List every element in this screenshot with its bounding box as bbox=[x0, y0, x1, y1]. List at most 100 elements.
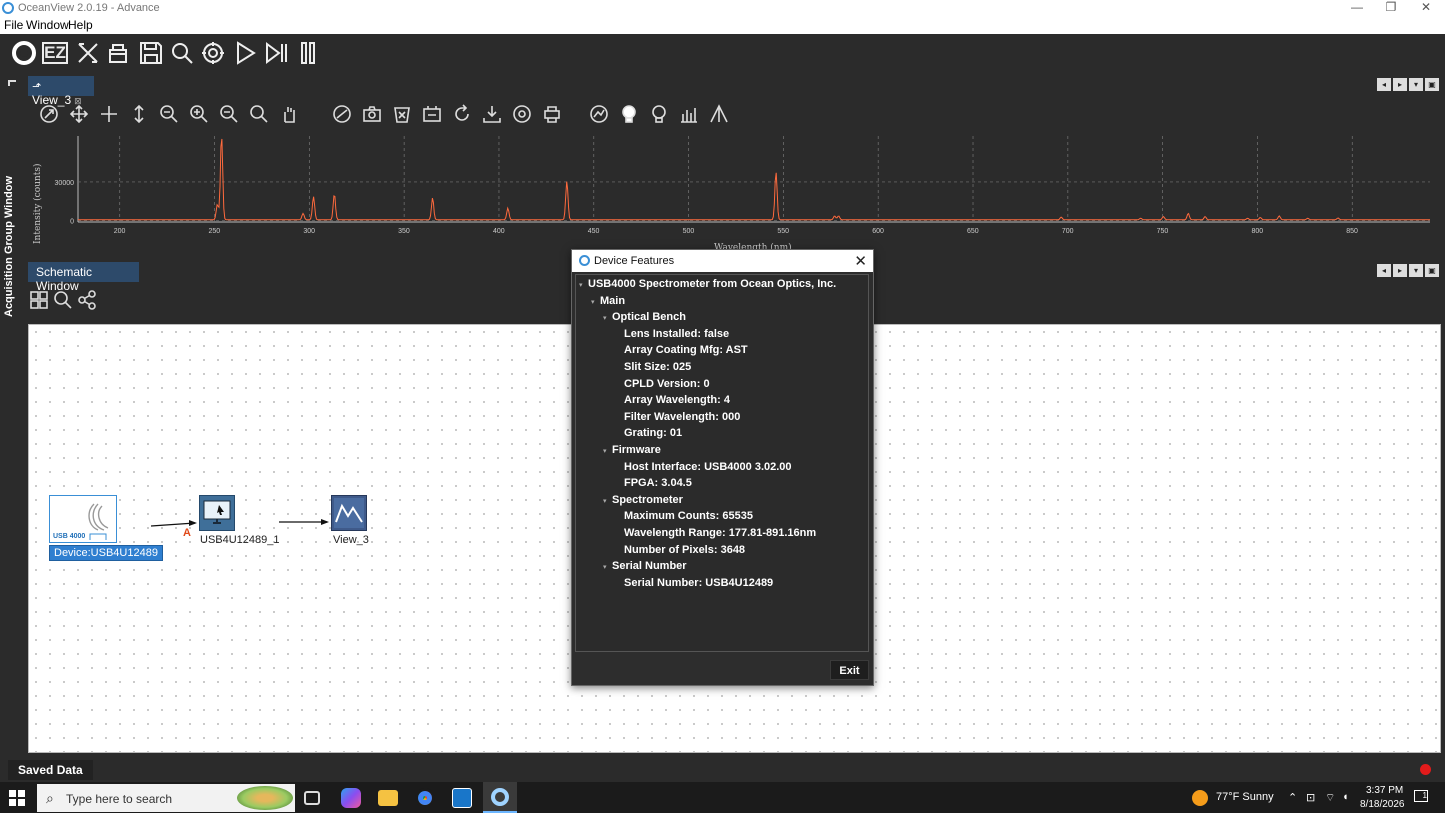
windows-start-icon[interactable] bbox=[9, 790, 25, 806]
clock-date[interactable]: 8/18/2026 bbox=[1360, 799, 1405, 810]
weather-sun-icon[interactable] bbox=[1192, 790, 1208, 806]
tree-node[interactable]: ▾ Spectrometer bbox=[603, 494, 683, 506]
zoom-reset-icon[interactable] bbox=[248, 104, 270, 126]
step-forward-icon[interactable] bbox=[262, 39, 290, 67]
pan-icon[interactable] bbox=[68, 104, 90, 126]
record-indicator-icon[interactable] bbox=[1420, 764, 1431, 775]
panel-maximize-button[interactable]: ▣ bbox=[1425, 78, 1439, 91]
oceanview-logo-icon[interactable] bbox=[10, 39, 38, 67]
file-explorer-icon[interactable] bbox=[378, 790, 398, 806]
panel-next-button[interactable]: ▸ bbox=[1393, 78, 1407, 91]
tree-leaf[interactable]: Array Wavelength: 4 bbox=[615, 394, 730, 406]
tree-leaf[interactable]: Serial Number: USB4U12489 bbox=[615, 577, 773, 589]
view-node[interactable] bbox=[331, 495, 367, 531]
tree-node[interactable]: ▾ Serial Number bbox=[603, 560, 687, 572]
volume-icon[interactable]: ◖ bbox=[1342, 791, 1349, 803]
fit-grid-icon[interactable] bbox=[28, 290, 50, 312]
spectrum-plot[interactable]: 200 250 300 350 400 450 500 550 600 650 700 750 800 8… bbox=[26, 132, 1445, 258]
tree-node[interactable]: ▾ Optical Bench bbox=[603, 311, 686, 323]
taskbar-search-box[interactable]: ⌕ Type here to search bbox=[37, 784, 295, 812]
copilot-icon[interactable] bbox=[341, 788, 361, 808]
clear-icon[interactable] bbox=[391, 104, 413, 126]
lamp-on-icon[interactable] bbox=[618, 104, 640, 126]
overlay-icon[interactable] bbox=[331, 104, 353, 126]
tree-leaf[interactable]: CPLD Version: 0 bbox=[615, 378, 710, 390]
save-icon[interactable] bbox=[137, 39, 165, 67]
pin-icon[interactable] bbox=[8, 80, 16, 86]
expander-icon[interactable]: ▾ bbox=[603, 563, 612, 571]
device-manager-icon[interactable] bbox=[199, 39, 227, 67]
zoom-in-icon[interactable] bbox=[188, 104, 210, 126]
peak-icon[interactable] bbox=[708, 104, 730, 126]
panel-minimize-button[interactable]: ▾ bbox=[1409, 264, 1423, 277]
search-icon[interactable] bbox=[168, 39, 196, 67]
device-node[interactable]: USB 4000 bbox=[49, 495, 117, 543]
saved-data-button[interactable]: Saved Data bbox=[8, 760, 93, 780]
minimize-button[interactable]: — bbox=[1340, 0, 1374, 17]
tree-leaf[interactable]: Array Coating Mfg: AST bbox=[615, 344, 748, 356]
chevron-up-icon[interactable]: ⌃ bbox=[1288, 791, 1297, 804]
auto-scale-icon[interactable] bbox=[38, 104, 60, 126]
close-button[interactable]: ✕ bbox=[1409, 0, 1443, 17]
tree-leaf[interactable]: Number of Pixels: 3648 bbox=[615, 544, 745, 556]
device-node-label[interactable]: Device:USB4U12489 bbox=[49, 545, 163, 561]
bar-graph-icon[interactable] bbox=[678, 104, 700, 126]
crosshair-icon[interactable] bbox=[98, 104, 120, 126]
peak-finder-icon[interactable] bbox=[588, 104, 610, 126]
tree-leaf[interactable]: Host Interface: USB4000 3.02.00 bbox=[615, 461, 792, 473]
panel-minimize-button[interactable]: ▾ bbox=[1409, 78, 1423, 91]
schematic-search-icon[interactable] bbox=[52, 290, 74, 312]
expander-icon[interactable]: ▾ bbox=[579, 281, 588, 289]
weather-text[interactable]: 77°F Sunny bbox=[1216, 791, 1274, 803]
expander-icon[interactable]: ▾ bbox=[591, 298, 600, 306]
panel-maximize-button[interactable]: ▣ bbox=[1425, 264, 1439, 277]
chrome-icon[interactable] bbox=[415, 788, 435, 808]
share-network-icon[interactable] bbox=[76, 290, 98, 312]
tree-leaf[interactable]: Slit Size: 025 bbox=[615, 361, 691, 373]
tools-icon[interactable] bbox=[74, 39, 102, 67]
tree-leaf[interactable]: Grating: 01 bbox=[615, 427, 682, 439]
zoom-out-icon[interactable] bbox=[218, 104, 240, 126]
tree-leaf[interactable]: FPGA: 3.04.5 bbox=[615, 477, 692, 489]
acquisition-group-window-tab[interactable]: Acquisition Group Window bbox=[3, 147, 15, 317]
tree-node[interactable]: ▾ Firmware bbox=[603, 444, 661, 456]
expander-icon[interactable]: ▾ bbox=[603, 497, 612, 505]
restore-button[interactable]: ❐ bbox=[1374, 0, 1408, 17]
spectrum-graph[interactable]: 200 250 300 350 400 450 500 550 600 650 700 750 800 8… bbox=[26, 132, 1445, 258]
vertical-scale-icon[interactable] bbox=[128, 104, 150, 126]
task-view-icon[interactable] bbox=[304, 791, 320, 805]
panel-prev-button[interactable]: ◂ bbox=[1377, 264, 1391, 277]
open-project-icon[interactable] bbox=[105, 39, 133, 67]
expander-icon[interactable]: ▾ bbox=[603, 314, 612, 322]
camera-icon[interactable] bbox=[361, 104, 383, 126]
layers-icon[interactable] bbox=[421, 104, 443, 126]
lamp-off-icon[interactable] bbox=[648, 104, 670, 126]
zoom-box-icon[interactable] bbox=[158, 104, 180, 126]
ez-mode-icon[interactable]: EZ bbox=[42, 42, 68, 64]
tree-leaf[interactable]: Maximum Counts: 65535 bbox=[615, 510, 753, 522]
tree-node[interactable]: ▾ USB4000 Spectrometer from Ocean Optics,… bbox=[579, 278, 836, 290]
tab-view-3[interactable]: ⬏ View_3 ⊠ bbox=[28, 76, 94, 107]
device-icon[interactable]: ⊡ bbox=[1306, 791, 1315, 804]
panel-prev-button[interactable]: ◂ bbox=[1377, 78, 1391, 91]
search-highlight-image[interactable] bbox=[237, 786, 293, 810]
menu-window[interactable]: Window bbox=[26, 18, 69, 32]
clock-time[interactable]: 3:37 PM bbox=[1366, 785, 1403, 796]
play-icon[interactable] bbox=[231, 39, 259, 67]
pause-icon[interactable] bbox=[294, 39, 322, 67]
exit-button[interactable]: Exit bbox=[830, 660, 869, 680]
print-icon[interactable] bbox=[541, 104, 563, 126]
wifi-icon[interactable]: ⌔ bbox=[1325, 791, 1335, 805]
expander-icon[interactable]: ▾ bbox=[603, 447, 612, 455]
notification-icon[interactable]: 1 bbox=[1414, 790, 1428, 802]
panel-next-button[interactable]: ▸ bbox=[1393, 264, 1407, 277]
hand-pan-icon[interactable] bbox=[278, 104, 300, 126]
tree-leaf[interactable]: Wavelength Range: 177.81-891.16nm bbox=[615, 527, 816, 539]
oceanview-taskbar-button[interactable] bbox=[483, 782, 517, 813]
menu-file[interactable]: File bbox=[4, 18, 23, 32]
dialog-close-button[interactable]: ✕ bbox=[854, 252, 867, 270]
tree-leaf[interactable]: Lens Installed: false bbox=[615, 328, 729, 340]
processor-node[interactable] bbox=[199, 495, 235, 531]
tree-node[interactable]: ▾ Main bbox=[591, 295, 625, 307]
export-icon[interactable] bbox=[481, 104, 503, 126]
